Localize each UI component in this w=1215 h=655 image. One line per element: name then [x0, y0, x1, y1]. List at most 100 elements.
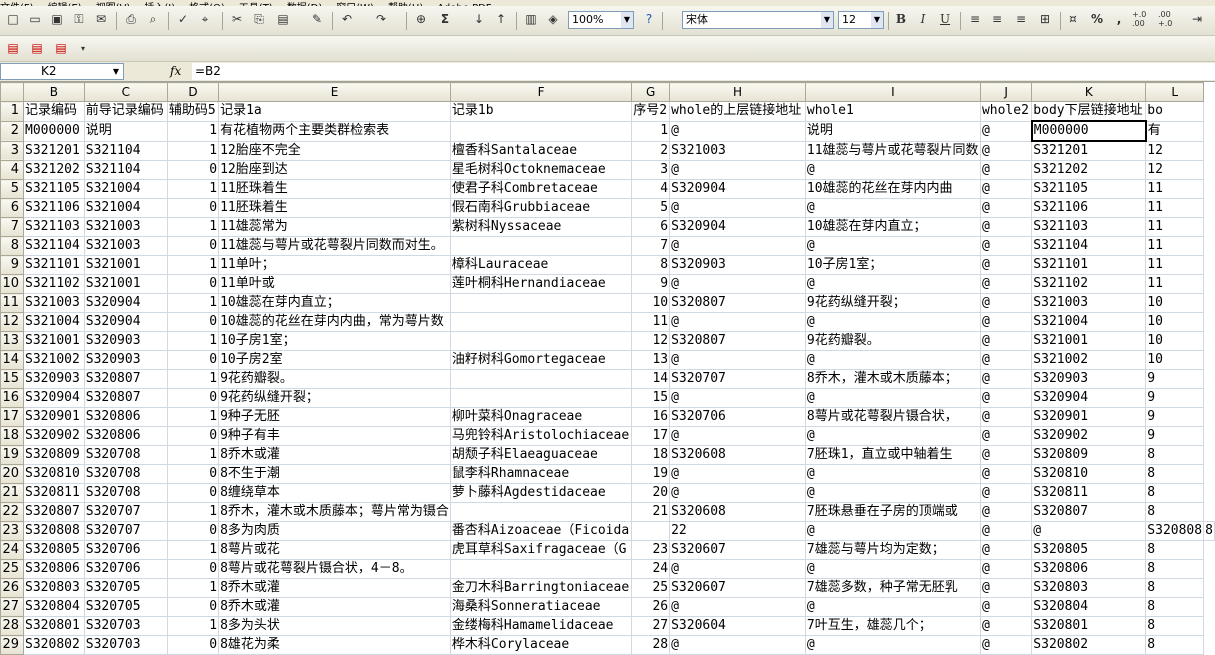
italic-button[interactable]: I: [914, 10, 932, 28]
cell[interactable]: S320807: [83, 369, 168, 389]
cell[interactable]: S320703: [83, 635, 168, 655]
cell[interactable]: 0: [166, 198, 220, 218]
cell[interactable]: S320808: [1145, 521, 1205, 541]
cell[interactable]: S321106: [1031, 198, 1147, 218]
cell[interactable]: 8: [1203, 521, 1215, 541]
cell[interactable]: 8: [1145, 445, 1205, 465]
row-header[interactable]: 28: [0, 616, 25, 636]
cell[interactable]: S321003: [669, 140, 806, 161]
cell[interactable]: 金刀木科Barringtoniaceae: [449, 578, 633, 598]
cell[interactable]: S320802: [1031, 635, 1147, 655]
row-header[interactable]: 21: [0, 483, 25, 503]
cell[interactable]: S321001: [83, 274, 168, 294]
font-size-select[interactable]: 12 ▼: [838, 11, 884, 29]
cell[interactable]: 1: [166, 120, 220, 142]
cell[interactable]: 10子房2室: [218, 350, 451, 370]
merge-center-icon[interactable]: ⊞: [1036, 10, 1054, 28]
cell[interactable]: S320707: [83, 521, 168, 541]
row-header[interactable]: 13: [0, 331, 25, 351]
cell[interactable]: @: [979, 540, 1033, 560]
cell[interactable]: 8: [1145, 559, 1205, 579]
column-header[interactable]: J: [979, 82, 1033, 102]
cell[interactable]: 11雄蕊与萼片或花萼裂片同数而对生。: [218, 236, 451, 256]
cell[interactable]: @: [804, 483, 981, 503]
column-header[interactable]: H: [669, 82, 806, 102]
cell[interactable]: S320607: [669, 540, 806, 560]
cell[interactable]: @: [669, 597, 806, 617]
cell[interactable]: 檀香科Santalaceae: [449, 140, 633, 161]
cell[interactable]: S320904: [669, 217, 806, 237]
cell[interactable]: S321002: [23, 350, 85, 370]
cell[interactable]: 0: [166, 464, 220, 484]
cell[interactable]: 10: [1145, 293, 1205, 313]
cell[interactable]: S320703: [83, 616, 168, 636]
cell[interactable]: S320806: [83, 407, 168, 427]
cell[interactable]: 11雄蕊与萼片或花萼裂片同数: [804, 140, 981, 161]
comma-button[interactable]: ,: [1110, 10, 1128, 28]
cell[interactable]: 8: [1145, 540, 1205, 560]
cell[interactable]: 1: [166, 502, 220, 522]
cell[interactable]: 8雄花为柔: [218, 635, 451, 655]
cell[interactable]: 桦木科Corylaceae: [449, 635, 633, 655]
cell[interactable]: @: [669, 120, 806, 142]
cell[interactable]: 11: [631, 312, 671, 332]
cell[interactable]: @: [669, 198, 806, 218]
cell[interactable]: 星毛树科Octoknemaceae: [449, 160, 633, 180]
cell[interactable]: S320902: [1031, 426, 1147, 446]
cell[interactable]: 21: [631, 502, 671, 522]
cell[interactable]: 7胚珠悬垂在子房的顶端或: [804, 502, 981, 522]
cell[interactable]: 7: [631, 236, 671, 256]
permission-icon[interactable]: ⚿: [70, 10, 88, 28]
row-header[interactable]: 5: [0, 179, 25, 199]
cell[interactable]: @: [669, 274, 806, 294]
insert-function-icon[interactable]: fx: [170, 64, 181, 78]
chart-wizard-icon[interactable]: ▥: [522, 10, 540, 28]
cell[interactable]: @: [979, 255, 1033, 275]
cell[interactable]: @: [804, 559, 981, 579]
cell[interactable]: 5: [631, 198, 671, 218]
cell[interactable]: S320608: [669, 445, 806, 465]
cell[interactable]: 8萼片或花: [218, 540, 451, 560]
cell[interactable]: 鼠李科Rhamnaceae: [449, 464, 633, 484]
cell[interactable]: @: [669, 559, 806, 579]
cell[interactable]: 8: [1145, 597, 1205, 617]
cell[interactable]: 8乔木，灌木或木质藤本；: [804, 369, 981, 389]
cell[interactable]: 1: [166, 616, 220, 636]
cell[interactable]: 19: [631, 464, 671, 484]
chevron-down-icon[interactable]: ▼: [113, 64, 119, 79]
drawing-icon[interactable]: ◈: [544, 10, 562, 28]
row-header[interactable]: 11: [0, 293, 25, 313]
column-header[interactable]: B: [23, 82, 85, 102]
align-right-icon[interactable]: ≡: [1012, 10, 1030, 28]
cell[interactable]: @: [979, 597, 1033, 617]
cell[interactable]: S320904: [23, 388, 85, 408]
cell[interactable]: 9种子有丰: [218, 426, 451, 446]
cell[interactable]: 10子房1室；: [218, 331, 451, 351]
cell[interactable]: S321103: [23, 217, 85, 237]
cell[interactable]: @: [804, 350, 981, 370]
row-header[interactable]: 17: [0, 407, 25, 427]
cell[interactable]: 16: [631, 407, 671, 427]
cell[interactable]: [449, 236, 633, 256]
row-header[interactable]: 14: [0, 350, 25, 370]
row-header[interactable]: 26: [0, 578, 25, 598]
cell[interactable]: 10: [631, 293, 671, 313]
cell[interactable]: S320806: [23, 559, 85, 579]
currency-icon[interactable]: ¤: [1064, 10, 1082, 28]
cell[interactable]: @: [979, 464, 1033, 484]
cell[interactable]: [449, 369, 633, 389]
cell[interactable]: S321202: [1031, 160, 1147, 180]
cell[interactable]: 1: [631, 120, 671, 142]
cell[interactable]: S320801: [23, 616, 85, 636]
research-icon[interactable]: ⌖: [196, 10, 214, 28]
row-header[interactable]: 2: [0, 120, 25, 142]
align-left-icon[interactable]: ≡: [966, 10, 984, 28]
cell[interactable]: S321105: [23, 179, 85, 199]
cell[interactable]: 23: [631, 540, 671, 560]
cell[interactable]: 12胎座到达: [218, 160, 451, 180]
cell[interactable]: S321105: [1031, 179, 1147, 199]
cell[interactable]: @: [979, 274, 1033, 294]
cell[interactable]: M000000: [23, 120, 85, 142]
cell[interactable]: 9: [1145, 407, 1205, 427]
cell[interactable]: S321104: [83, 140, 168, 161]
